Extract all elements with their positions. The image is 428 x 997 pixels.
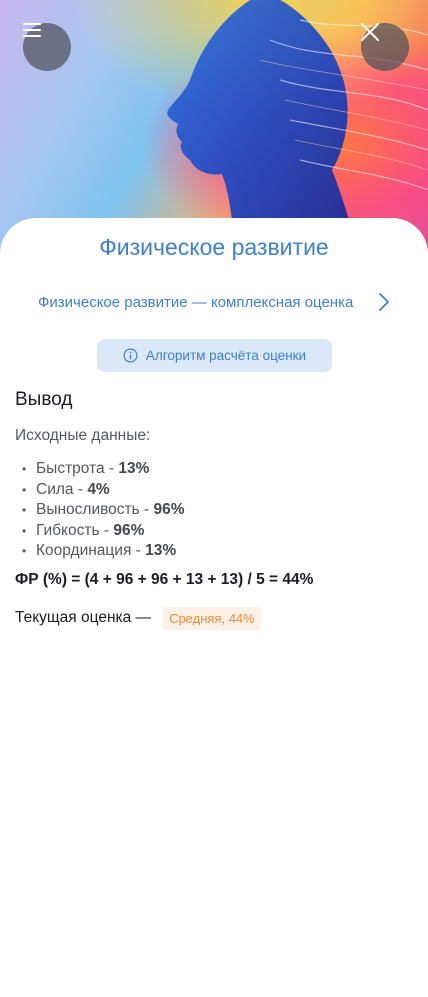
parameter-separator: - [139,501,154,518]
list-item: • Гибкость - 96% [15,521,185,542]
content-sheet: Физическое развитие Физическое развитие … [0,218,428,997]
parameter-name: Сила [36,480,74,498]
bullet-icon: • [22,462,27,476]
hamburger-menu-icon [23,23,41,37]
parameter-list: • Быстрота - 13% • Сила - 4% • Выносливость… [15,459,185,562]
close-button[interactable] [361,23,409,71]
list-item: • Координация - 13% [15,541,185,562]
app-screen: Физическое развитие Физическое развитие … [0,0,428,997]
source-data-label: Исходные данные: [15,427,151,444]
bullet-icon: • [22,544,27,558]
bullet-icon: • [22,482,27,497]
close-icon [361,23,379,41]
algorithm-button[interactable]: Алгоритм расчёта оценки [97,339,332,372]
parameter-value: 96% [153,501,185,518]
parameter-value: 13% [145,542,177,559]
nav-link-text[interactable]: Физическое развитие — комплексная оценка [38,294,360,311]
parameter-name: Координация [36,542,132,559]
parameter-separator: - [131,542,146,559]
current-score-row: Текущая оценка — Средняя, 44% [15,605,261,631]
nav-link-row[interactable]: Физическое развитие — комплексная оценка [38,288,390,316]
menu-button[interactable] [23,23,71,71]
bullet-icon: • [22,503,27,517]
bullet-icon: • [22,523,27,538]
list-item: • Выносливость - 96% [15,500,185,521]
status-badge: Средняя, 44% [163,606,261,630]
parameter-separator: - [73,480,88,498]
list-item: • Быстрота - 13% [15,459,185,480]
chevron-right-icon[interactable] [378,292,390,312]
parameter-value: 96% [113,521,145,539]
current-score-label: Текущая оценка — [15,609,152,626]
parameter-name: Быстрота [36,460,105,477]
parameter-value: 13% [118,460,150,477]
page-title: Физическое развитие [99,234,329,260]
algorithm-button-label: Алгоритм расчёта оценки [145,348,307,363]
formula-text: ФР (%) = (4 + 96 + 96 + 13 + 13) / 5 = 4… [15,571,314,588]
list-item: • Сила - 4% [15,480,185,501]
parameter-name: Гибкость [36,521,100,539]
parameter-separator: - [99,521,114,539]
parameter-separator: - [104,460,119,477]
parameter-name: Выносливость [36,501,140,518]
info-icon [123,348,138,363]
conclusion-title: Вывод [15,389,73,410]
parameter-value: 4% [87,480,110,498]
